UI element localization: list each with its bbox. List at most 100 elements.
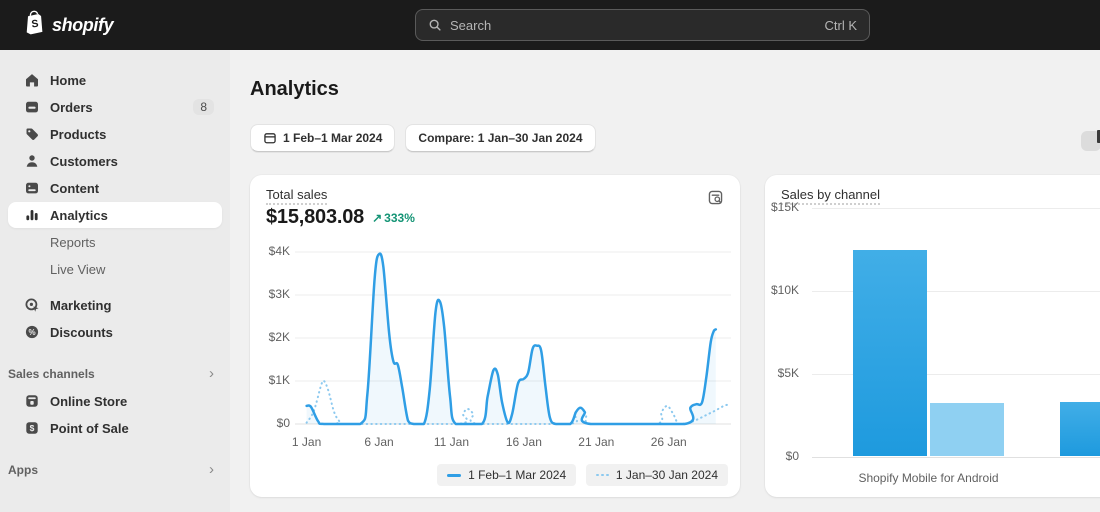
customers-icon <box>24 153 40 169</box>
filter-bar: 1 Feb–1 Mar 2024 Compare: 1 Jan–30 Jan 2… <box>250 124 596 152</box>
legend-compare-period: 1 Jan–30 Jan 2024 <box>586 464 728 486</box>
chevron-right-icon: › <box>209 461 214 478</box>
section-label: Sales channels <box>8 366 95 381</box>
discounts-icon: % <box>24 324 40 340</box>
search-shortcut: Ctrl K <box>824 17 858 33</box>
solid-line-swatch-icon <box>447 473 462 477</box>
bar-category-label: Shopify Mobile for Android <box>858 471 999 485</box>
x-axis-tick: 26 Jan <box>650 435 687 449</box>
calendar-icon <box>263 131 277 145</box>
search-icon <box>428 18 442 32</box>
trend-up-icon: ↗ <box>372 210 383 225</box>
svg-text:%: % <box>28 328 35 337</box>
sidebar-item-live-view[interactable]: Live View <box>8 256 222 282</box>
sidebar-item-label: Analytics <box>50 207 108 223</box>
shopify-bag-icon: S <box>24 10 45 40</box>
x-axis-tick: 11 Jan <box>433 435 470 449</box>
legend-current-period: 1 Feb–1 Mar 2024 <box>437 464 577 486</box>
section-label: Apps <box>8 462 38 477</box>
dotted-line-swatch-icon <box>596 473 609 477</box>
sidebar-item-marketing[interactable]: Marketing <box>8 292 222 318</box>
products-icon <box>24 126 40 142</box>
svg-text:S: S <box>31 18 39 31</box>
sidebar-item-point-of-sale[interactable]: $ Point of Sale <box>8 415 222 441</box>
total-sales-change: ↗ 333% <box>372 211 415 225</box>
sidebar-item-label: Orders <box>50 99 93 115</box>
bar-current-period <box>853 250 927 456</box>
analytics-icon <box>24 207 40 223</box>
sidebar-item-online-store[interactable]: Online Store <box>8 388 222 414</box>
chart-legend: 1 Feb–1 Mar 2024 1 Jan–30 Jan 2024 <box>437 464 728 486</box>
sidebar-item-discounts[interactable]: % Discounts <box>8 319 222 345</box>
sidebar-item-home[interactable]: Home <box>8 67 222 93</box>
sidebar-item-label: Live View <box>50 261 106 277</box>
legend-current-label: 1 Feb–1 Mar 2024 <box>468 468 567 482</box>
point-of-sale-icon: $ <box>24 420 40 436</box>
x-axis-tick: 6 Jan <box>364 435 394 449</box>
date-range-button[interactable]: 1 Feb–1 Mar 2024 <box>250 124 396 152</box>
y-axis-tick: $0 <box>276 416 290 430</box>
sidebar-item-orders[interactable]: Orders 8 <box>8 94 222 120</box>
sidebar-section-sales-channels[interactable]: Sales channels › <box>8 365 214 382</box>
total-sales-title: Total sales <box>266 187 328 205</box>
y-axis-tick: $1K <box>268 373 290 387</box>
gridline <box>812 457 1100 458</box>
sales-by-channel-card: Sales by channel $15K $10K $5K $0 Shopify M… <box>765 175 1100 497</box>
marketing-icon <box>24 297 40 313</box>
sidebar: Home Orders 8 Products Customers Content Analy… <box>0 50 230 512</box>
y-axis-tick: $0 <box>785 449 799 463</box>
sidebar-item-label: Customers <box>50 153 118 169</box>
x-axis-tick: 1 Jan <box>291 435 322 449</box>
sidebar-item-label: Point of Sale <box>50 420 129 436</box>
search-input[interactable]: Search Ctrl K <box>415 9 870 41</box>
total-sales-metric: $15,803.08 ↗ 333% <box>266 206 415 229</box>
compare-button[interactable]: Compare: 1 Jan–30 Jan 2024 <box>405 124 596 152</box>
y-axis-tick: $2K <box>268 330 290 344</box>
sidebar-item-customers[interactable]: Customers <box>8 148 222 174</box>
orders-count-badge: 8 <box>193 99 214 115</box>
compare-label: Compare: 1 Jan–30 Jan 2024 <box>418 131 583 145</box>
sidebar-item-label: Content <box>50 180 100 196</box>
sidebar-section-apps[interactable]: Apps › <box>8 461 214 478</box>
main-content: Analytics 1 Feb–1 Mar 2024 Compare: 1 Ja… <box>230 50 1100 512</box>
y-axis-tick: $4K <box>268 244 290 258</box>
sidebar-item-label: Home <box>50 72 87 88</box>
bar-compare-period <box>930 402 1004 456</box>
orders-icon <box>24 99 40 115</box>
y-axis-tick: $15K <box>770 200 799 214</box>
page-title: Analytics <box>250 78 339 100</box>
svg-text:$: $ <box>30 423 35 433</box>
online-store-icon <box>24 393 40 409</box>
sidebar-item-analytics[interactable]: Analytics <box>8 202 222 228</box>
y-axis-tick: $5K <box>777 366 799 380</box>
x-axis-tick: 21 Jan <box>578 435 615 449</box>
y-axis-tick: $10K <box>770 283 799 297</box>
view-report-button[interactable] <box>704 186 726 208</box>
sidebar-item-label: Reports <box>50 234 96 250</box>
sidebar-item-content[interactable]: Content <box>8 175 222 201</box>
sidebar-item-label: Products <box>50 126 107 142</box>
total-sales-line-chart <box>295 251 731 426</box>
date-range-label: 1 Feb–1 Mar 2024 <box>283 131 383 145</box>
top-bar: S shopify Search Ctrl K <box>0 0 1100 50</box>
brand-wordmark: shopify <box>52 14 114 35</box>
home-icon <box>24 72 40 88</box>
legend-compare-label: 1 Jan–30 Jan 2024 <box>615 468 718 482</box>
trend-value: 333% <box>384 210 415 225</box>
sidebar-item-reports[interactable]: Reports <box>8 229 222 255</box>
shopify-logo[interactable]: S shopify <box>24 10 114 40</box>
total-sales-card: Total sales $15,803.08 ↗ 333% $4K $3K $2K $… <box>250 175 740 497</box>
content-icon <box>24 180 40 196</box>
sales-by-channel-bar-chart: Shopify Mobile for Android <box>812 208 1100 485</box>
search-placeholder: Search <box>450 17 492 33</box>
report-search-icon <box>708 190 722 204</box>
gridline <box>812 208 1100 209</box>
sidebar-item-products[interactable]: Products <box>8 121 222 147</box>
total-sales-value: $15,803.08 <box>266 206 365 228</box>
sidebar-item-label: Discounts <box>50 324 113 340</box>
x-axis-tick: 16 Jan <box>505 435 542 449</box>
sidebar-item-label: Online Store <box>50 393 128 409</box>
bar-current-period <box>1060 402 1100 456</box>
sidebar-item-label: Marketing <box>50 297 112 313</box>
y-axis-tick: $3K <box>268 287 290 301</box>
